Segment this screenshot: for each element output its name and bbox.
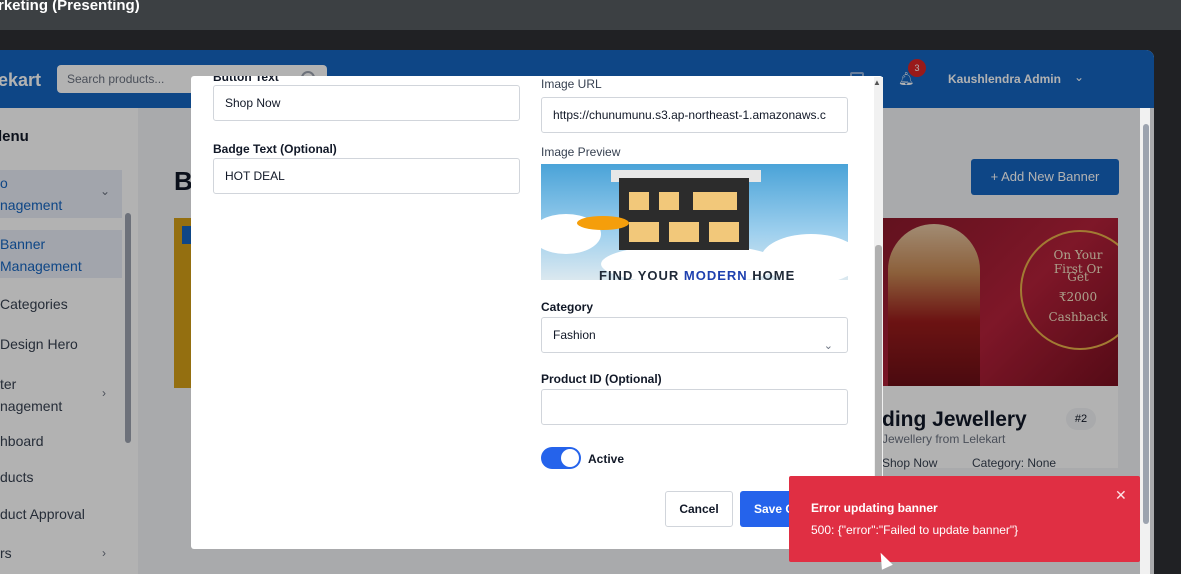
meeting-title: rketing (Presenting) [0, 0, 140, 14]
image-url-label: Image URL [541, 77, 602, 91]
image-preview-label: Image Preview [541, 145, 621, 159]
category-label: Category [541, 300, 594, 314]
badge-text-label: Badge Text (Optional) [213, 142, 337, 156]
preview-caption: FIND YOUR MODERN HOME [599, 268, 796, 280]
active-label: Active [588, 452, 625, 466]
decorative-disc [577, 216, 629, 230]
image-url-field[interactable]: https://chunumunu.s3.ap-northeast-1.amaz… [541, 97, 848, 133]
cancel-button[interactable]: Cancel [665, 491, 733, 527]
button-text-field[interactable]: Shop Now [213, 85, 520, 121]
edit-banner-modal: Button Text Shop Now Badge Text (Optiona… [191, 76, 883, 549]
chevron-down-icon: ⌄ [823, 340, 833, 352]
modal-scrollbar-thumb[interactable] [875, 245, 882, 485]
toggle-knob [561, 449, 579, 467]
button-text-label: Button Text [213, 76, 279, 84]
image-preview: FIND YOUR MODERN HOME [541, 164, 848, 280]
close-icon[interactable]: ✕ [1115, 487, 1127, 504]
product-id-field[interactable] [541, 389, 848, 425]
house-graphic [619, 178, 749, 250]
toast-message: 500: {"error":"Failed to update banner"} [811, 523, 1019, 537]
error-toast: Error updating banner 500: {"error":"Fai… [789, 476, 1140, 562]
category-select[interactable]: Fashion ⌄ [541, 317, 848, 353]
page-scrollbar-thumb[interactable] [1143, 124, 1149, 524]
toast-title: Error updating banner [811, 501, 938, 515]
scroll-up-icon[interactable]: ▲ [873, 78, 881, 87]
active-toggle[interactable] [541, 447, 581, 469]
meeting-title-bar: rketing (Presenting) [0, 0, 1181, 30]
category-select-value: Fashion [553, 328, 596, 342]
product-id-label: Product ID (Optional) [541, 372, 662, 386]
badge-text-field[interactable]: HOT DEAL [213, 158, 520, 194]
